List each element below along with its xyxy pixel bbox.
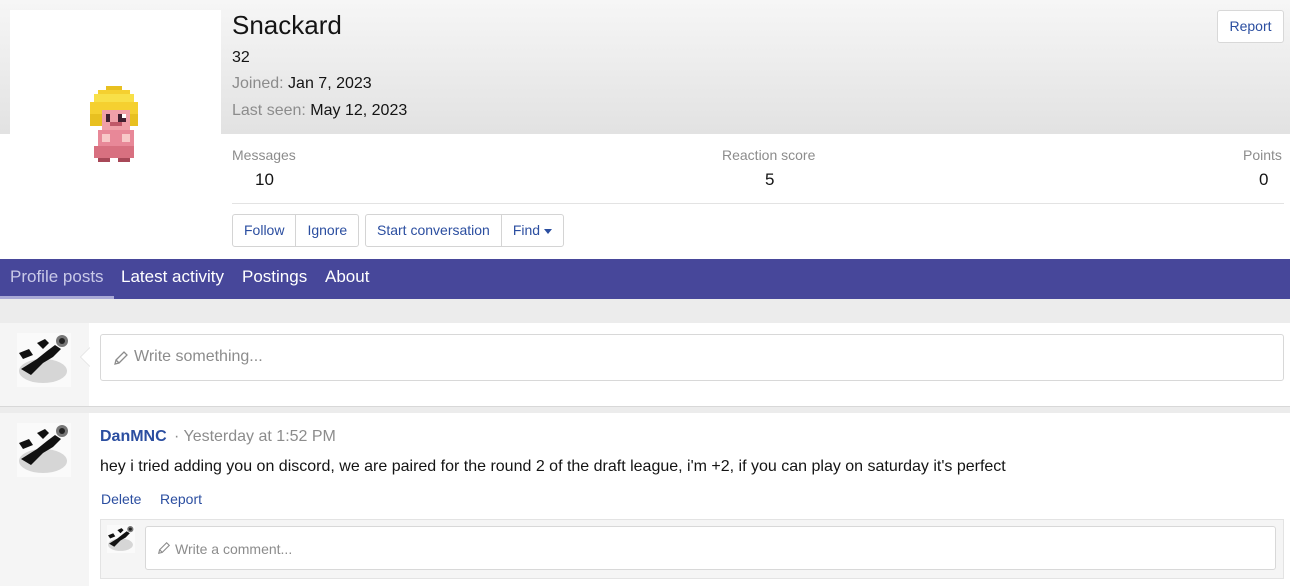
user-title: 32 — [232, 49, 250, 66]
chevron-down-icon — [544, 228, 553, 234]
comment-input[interactable]: Write a comment... — [145, 526, 1276, 570]
last-seen-info: Last seen: May 12, 2023 — [232, 102, 407, 120]
report-post-link[interactable]: Report — [160, 491, 202, 507]
stat-reaction-label: Reaction score — [722, 147, 816, 163]
stat-messages-label: Messages — [232, 147, 296, 163]
follow-button[interactable]: Follow — [233, 215, 295, 246]
joined-value: Jan 7, 2023 — [288, 75, 372, 92]
joined-label: Joined: — [232, 75, 284, 92]
ignore-button[interactable]: Ignore — [295, 215, 358, 246]
content-gap — [0, 299, 1290, 323]
last-seen-value: May 12, 2023 — [310, 102, 408, 119]
find-menu-button[interactable]: Find — [500, 215, 563, 246]
composer-notch — [80, 347, 90, 367]
stats-divider — [232, 203, 1284, 204]
stat-points-value[interactable]: 0 — [1259, 170, 1268, 190]
comment-user-avatar-icon[interactable] — [107, 525, 135, 553]
comment-placeholder: Write a comment... — [175, 541, 293, 557]
pencil-icon — [157, 541, 171, 555]
current-user-avatar-icon[interactable] — [17, 333, 71, 387]
profile-header: Snackard 32 Joined: Jan 7, 2023 Last see… — [0, 0, 1290, 259]
post-author-avatar-icon[interactable] — [17, 423, 71, 477]
delete-post-link[interactable]: Delete — [101, 491, 141, 507]
conversation-find-group: Start conversation Find — [365, 214, 565, 247]
start-conversation-button[interactable]: Start conversation — [366, 215, 501, 246]
pencil-icon — [114, 351, 128, 365]
follow-ignore-group: Follow Ignore — [232, 214, 360, 247]
profile-username: Snackard — [232, 10, 342, 40]
stat-reaction-value[interactable]: 5 — [765, 170, 774, 190]
tab-latest-activity[interactable]: Latest activity — [121, 259, 224, 299]
joined-info: Joined: Jan 7, 2023 — [232, 75, 372, 93]
tab-profile-posts[interactable]: Profile posts — [0, 259, 114, 299]
profile-avatar[interactable] — [10, 10, 221, 221]
report-profile-button[interactable]: Report — [1217, 10, 1284, 43]
profile-tab-bar: Profile posts Latest activity Postings A… — [0, 259, 1290, 299]
post-author-link[interactable]: DanMNC — [100, 428, 167, 446]
profile-post-placeholder: Write something... — [134, 348, 263, 365]
profile-post-input[interactable]: Write something... — [100, 334, 1284, 381]
tab-about[interactable]: About — [325, 259, 369, 299]
tab-postings[interactable]: Postings — [242, 259, 307, 299]
post-body: hey i tried adding you on discord, we ar… — [100, 458, 1006, 475]
stat-points-label: Points — [1243, 147, 1282, 163]
find-label: Find — [512, 222, 541, 238]
post-separator — [0, 406, 1290, 413]
stat-messages-value[interactable]: 10 — [255, 170, 274, 190]
pixel-character-avatar-icon — [90, 86, 138, 162]
last-seen-label: Last seen: — [232, 102, 306, 119]
post-timestamp[interactable]: · Yesterday at 1:52 PM — [174, 428, 336, 446]
